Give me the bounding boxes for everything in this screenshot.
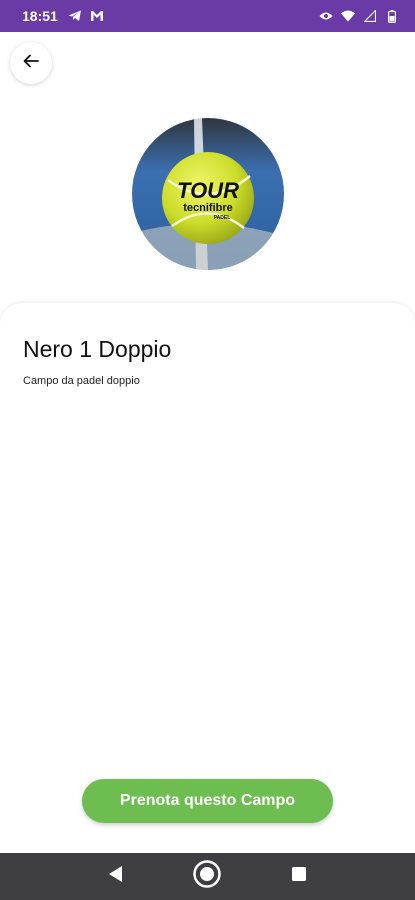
ball-logo-text-1: TOUR (177, 178, 239, 203)
recents-square-icon (291, 866, 307, 887)
book-court-button[interactable]: Prenota questo Campo (82, 779, 333, 823)
ball-logo-text-3: PADEL (214, 215, 231, 221)
nav-home-button[interactable] (187, 857, 227, 897)
status-bar: 18:51 (0, 0, 415, 32)
court-details-card: Nero 1 Doppio Campo da padel doppio (0, 303, 415, 855)
ball-logo-text-2: tecnifibre (183, 202, 233, 214)
back-button[interactable] (10, 42, 52, 84)
court-name: Nero 1 Doppio (23, 336, 172, 362)
status-time: 18:51 (22, 8, 58, 24)
battery-icon (385, 9, 399, 23)
home-circle-icon (192, 859, 222, 894)
arrow-left-icon (23, 54, 39, 73)
court-image: TOUR tecnifibre PADEL (132, 118, 284, 270)
gmail-icon (90, 9, 104, 23)
signal-icon (363, 9, 377, 23)
back-triangle-icon (108, 865, 124, 888)
telegram-icon (68, 9, 82, 23)
eye-icon (319, 9, 333, 23)
wifi-icon (341, 9, 355, 23)
nav-recents-button[interactable] (279, 857, 319, 897)
court-description: Campo da padel doppio (23, 375, 140, 387)
system-nav-bar (0, 853, 415, 900)
nav-back-button[interactable] (96, 857, 136, 897)
